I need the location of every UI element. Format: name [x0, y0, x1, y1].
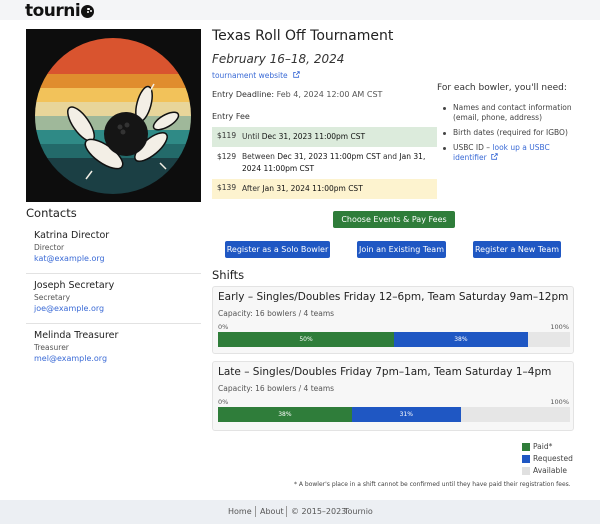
brand-logo[interactable]: tourni — [25, 1, 95, 21]
fee-description: Between Dec 31, 2023 11:00pm CST and Jan… — [242, 151, 432, 175]
contact-name: Joseph Secretary — [34, 280, 115, 291]
shift-capacity: Capacity: 16 bowlers / 4 teams — [218, 384, 335, 393]
footer-copyright: © 2015–2023 — [291, 507, 347, 516]
contact-name: Melinda Treasurer — [34, 330, 119, 341]
footer-home-link[interactable]: Home — [228, 507, 252, 516]
requirement-text-usbc: USBC ID – look up a USBC identifier — [453, 143, 578, 163]
fee-amount: $139 — [217, 183, 237, 192]
join-team-button[interactable]: Join an Existing Team — [357, 241, 446, 258]
bullet — [443, 147, 446, 150]
register-solo-button[interactable]: Register as a Solo Bowler — [225, 241, 330, 258]
fee-row: $119 Until Dec 31, 2023 11:00pm CST — [212, 127, 437, 147]
bowling-ball-icon — [81, 4, 95, 18]
footer-divider — [286, 506, 287, 517]
legend-label: Paid* — [533, 442, 553, 451]
shift-title: Early – Singles/Doubles Friday 12–6pm, T… — [218, 291, 569, 303]
footer-about-link[interactable]: About — [260, 507, 284, 516]
progress-max-label: 100% — [550, 398, 569, 406]
website-link[interactable]: tournament website — [212, 71, 288, 80]
requirement-text: Birth dates (required for IGBO) — [453, 128, 568, 137]
requirement-item: Birth dates (required for IGBO) — [443, 128, 578, 138]
fee-description: Until Dec 31, 2023 11:00pm CST — [242, 131, 432, 143]
legend-swatch — [522, 443, 530, 451]
tournament-logo — [26, 29, 201, 202]
paid-segment: 38% — [218, 407, 352, 422]
contact-divider — [26, 323, 201, 324]
contact-email-link[interactable]: mel@example.org — [34, 354, 107, 363]
fee-prefix: After — [242, 184, 261, 193]
brand-name: tourni — [25, 1, 81, 21]
register-new-team-button[interactable]: Register a New Team — [473, 241, 561, 258]
deadline-label: Entry Deadline: — [212, 90, 275, 99]
contacts-heading: Contacts — [26, 206, 77, 220]
tournament-website[interactable]: tournament website — [212, 71, 300, 80]
contact-role: Treasurer — [34, 343, 69, 352]
tournament-dates: February 16–18, 2024 — [212, 52, 345, 66]
shifts-heading: Shifts — [212, 268, 245, 282]
entry-fee-heading: Entry Fee — [212, 112, 250, 121]
contact-email-link[interactable]: kat@example.org — [34, 254, 105, 263]
shift-title: Late – Singles/Doubles Friday 7pm–1am, T… — [218, 366, 552, 378]
choose-events-button[interactable]: Choose Events & Pay Fees — [333, 211, 455, 228]
usbc-label: USBC ID – — [453, 143, 491, 152]
shift-footnote: * A bowler's place in a shift cannot be … — [294, 481, 571, 488]
legend-label: Available — [533, 466, 567, 475]
contact-email-link[interactable]: joe@example.org — [34, 304, 104, 313]
shift-card: Late – Singles/Doubles Friday 7pm–1am, T… — [212, 361, 574, 431]
paid-segment: 50% — [218, 332, 394, 347]
fee-date: Jan 31, 2024 11:00pm CST — [262, 184, 363, 193]
bullet — [443, 132, 446, 135]
footer-tournio-link[interactable]: Tournio — [344, 507, 373, 516]
bowling-pins-illustration — [35, 38, 191, 194]
entry-deadline: Entry Deadline: Feb 4, 2024 12:00 AM CST — [212, 90, 382, 99]
top-navbar: tourni — [0, 0, 600, 21]
fee-amount: $119 — [217, 131, 237, 140]
contact-name: Katrina Director — [34, 230, 110, 241]
progress-min-label: 0% — [218, 323, 229, 331]
legend-label: Requested — [533, 454, 573, 463]
requirement-item: USBC ID – look up a USBC identifier — [443, 143, 578, 163]
shift-capacity: Capacity: 16 bowlers / 4 teams — [218, 309, 335, 318]
requested-segment: 31% — [351, 407, 461, 422]
progress-max-label: 100% — [550, 323, 569, 331]
deadline-value: Feb 4, 2024 12:00 AM CST — [276, 90, 383, 99]
shift-progress-bar: 38% 31% — [218, 407, 570, 422]
footer-divider — [255, 506, 256, 517]
contact-role: Director — [34, 243, 65, 252]
shift-card: Early – Singles/Doubles Friday 12–6pm, T… — [212, 286, 574, 354]
legend-swatch — [522, 455, 530, 463]
requirement-text: Names and contact information (email, ph… — [453, 103, 572, 122]
progress-min-label: 0% — [218, 398, 229, 406]
requirement-item: Names and contact information (email, ph… — [443, 103, 578, 123]
fee-row: $139 After Jan 31, 2024 11:00pm CST — [212, 179, 437, 199]
contact-role: Secretary — [34, 293, 71, 302]
fee-amount: $129 — [217, 152, 237, 161]
page-footer: Home About © 2015–2023 Tournio — [0, 500, 600, 524]
external-link-icon — [293, 71, 300, 78]
fee-prefix: Until — [242, 132, 260, 141]
legend-swatch — [522, 467, 530, 475]
contact-divider — [26, 273, 201, 274]
fee-date: Dec 31, 2023 11:00pm CST — [261, 132, 366, 141]
fee-prefix: Between — [242, 152, 275, 161]
requested-segment: 38% — [394, 332, 528, 347]
fee-description: After Jan 31, 2024 11:00pm CST — [242, 183, 432, 195]
fee-connector: and — [382, 152, 398, 161]
fee-date: Dec 31, 2023 11:00pm CST — [277, 152, 381, 161]
tournament-title: Texas Roll Off Tournament — [212, 28, 394, 44]
shift-progress-bar: 50% 38% — [218, 332, 570, 347]
external-link-icon — [491, 153, 498, 160]
bullet — [443, 107, 446, 110]
requirements-heading: For each bowler, you'll need: — [437, 83, 567, 93]
fee-row: $129 Between Dec 31, 2023 11:00pm CST an… — [212, 148, 437, 178]
